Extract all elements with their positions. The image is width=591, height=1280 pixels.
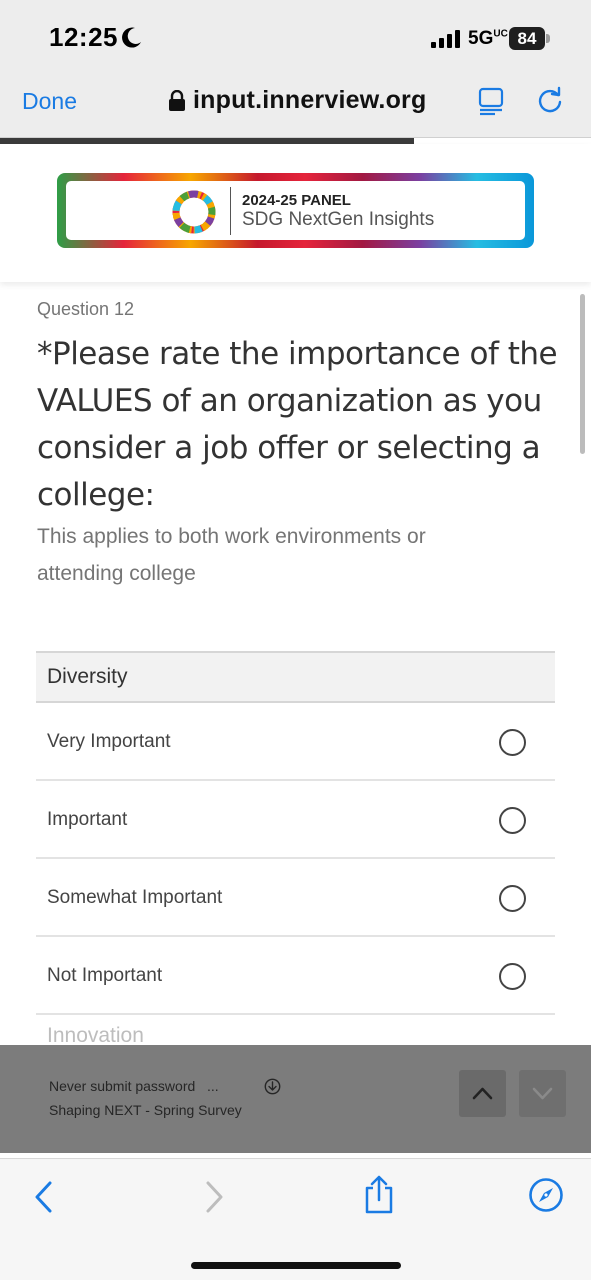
radio-button-somewhat-important[interactable] — [499, 885, 526, 912]
moon-icon — [122, 27, 141, 48]
option-row[interactable]: Not Important — [36, 937, 555, 1015]
download-icon[interactable] — [264, 1078, 281, 1095]
matrix-category-header: Diversity — [36, 651, 555, 703]
next-field-button[interactable] — [519, 1070, 566, 1117]
radio-button-very-important[interactable] — [499, 729, 526, 756]
autofill-page-title: Shaping NEXT - Spring Survey — [49, 1102, 242, 1118]
back-icon[interactable] — [32, 1179, 56, 1215]
autofill-bar: Never submit password ... Shaping NEXT -… — [0, 1045, 591, 1153]
battery-level: 84 — [509, 27, 545, 50]
home-indicator — [191, 1262, 401, 1269]
browser-toolbar — [0, 1158, 591, 1280]
reader-icon[interactable] — [478, 86, 504, 116]
network-suffix: UC — [493, 28, 508, 40]
share-icon[interactable] — [363, 1174, 395, 1216]
banner-subtitle: SDG NextGen Insights — [242, 209, 435, 230]
option-label: Important — [47, 809, 128, 830]
browser-header: Done input.innerview.org — [0, 70, 591, 138]
cellular-signal-icon — [431, 30, 460, 48]
url-field[interactable]: input.innerview.org — [193, 86, 426, 115]
autofill-suggestion-text: Never submit password — [49, 1078, 196, 1094]
status-time: 12:25 — [49, 22, 118, 52]
option-label: Very Important — [47, 731, 171, 752]
sdg-wheel-icon — [172, 190, 216, 234]
rating-matrix: Diversity Very Important Important Somew… — [36, 651, 555, 1015]
banner-title: 2024-25 PANEL — [242, 192, 351, 209]
previous-field-button[interactable] — [459, 1070, 506, 1117]
network-label: 5GUC — [468, 28, 508, 49]
banner-divider — [230, 187, 231, 235]
autofill-ellipsis: ... — [206, 1078, 219, 1094]
status-bar: 12:25 5GUC 84 — [0, 0, 591, 70]
chevron-down-icon — [532, 1087, 553, 1100]
chevron-up-icon — [472, 1087, 493, 1100]
page-scrollbar[interactable] — [580, 294, 585, 454]
option-label: Not Important — [47, 965, 163, 986]
done-button[interactable]: Done — [22, 88, 77, 115]
option-label: Somewhat Important — [47, 887, 223, 908]
radio-button-important[interactable] — [499, 807, 526, 834]
option-row[interactable]: Important — [36, 781, 555, 859]
compass-icon[interactable] — [528, 1177, 564, 1213]
battery-nub — [546, 34, 550, 43]
panel-banner: 2024-25 PANEL SDG NextGen Insights — [57, 173, 534, 248]
option-row[interactable]: Very Important — [36, 703, 555, 781]
banner-inner: 2024-25 PANEL SDG NextGen Insights — [66, 181, 525, 240]
lock-icon — [169, 90, 185, 111]
forward-icon[interactable] — [202, 1179, 226, 1215]
banner-area: 2024-25 PANEL SDG NextGen Insights — [0, 144, 591, 282]
question-text: *Please rate the importance of the VALUE… — [37, 336, 558, 513]
question-number: Question 12 — [37, 299, 135, 319]
autofill-suggestion[interactable]: Never submit password ... — [49, 1078, 219, 1094]
option-row[interactable]: Somewhat Important — [36, 859, 555, 937]
reload-icon[interactable] — [536, 86, 564, 114]
radio-button-not-important[interactable] — [499, 963, 526, 990]
question-help-text: This applies to both work environments o… — [37, 525, 426, 585]
